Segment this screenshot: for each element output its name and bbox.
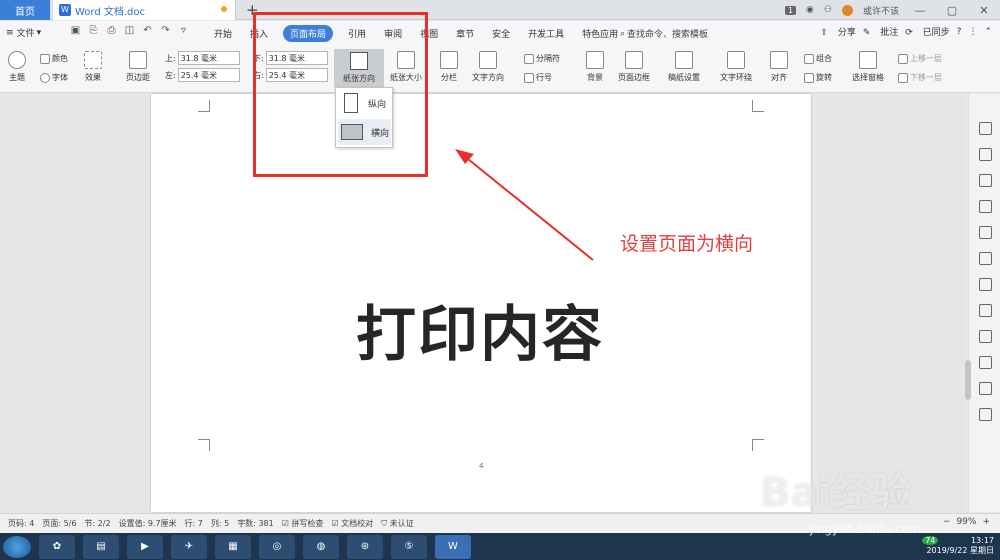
dictionary-icon[interactable] bbox=[979, 200, 992, 213]
status-page-code[interactable]: 页码: 4 bbox=[8, 518, 34, 529]
clock-time: 13:17 bbox=[970, 536, 994, 545]
shapes-icon[interactable] bbox=[979, 174, 992, 187]
image-icon[interactable] bbox=[979, 382, 992, 395]
windows-taskbar: ✿ ▤ ▶ ✈ ▦ ◎ ◍ ⊛ ⑤ W 74 13:17 2019/9/22 星… bbox=[0, 533, 1000, 560]
status-column[interactable]: 列: 5 bbox=[211, 518, 229, 529]
zoom-control: − 99% + bbox=[943, 517, 990, 527]
firefox-icon[interactable]: ◍ bbox=[303, 534, 339, 559]
library-icon[interactable] bbox=[979, 408, 992, 421]
tray-badge: 74 bbox=[922, 536, 939, 545]
wps-writer-icon[interactable]: W bbox=[435, 534, 471, 559]
zoom-out-icon[interactable]: − bbox=[943, 517, 951, 527]
status-section[interactable]: 节: 2/2 bbox=[84, 518, 110, 529]
baidu-watermark-url: jingyan.baidu.com bbox=[810, 522, 921, 536]
baidu-watermark: Bai经验 bbox=[760, 470, 912, 516]
doc-proof-label: 文档校对 bbox=[341, 519, 374, 528]
taskbar-app-icon[interactable]: ✿ bbox=[39, 534, 75, 559]
zoom-in-icon[interactable]: + bbox=[982, 517, 990, 527]
translate-icon[interactable] bbox=[979, 278, 992, 291]
taskbar-app-icon[interactable]: ⑤ bbox=[391, 534, 427, 559]
status-position[interactable]: 设置值: 9.7厘米 bbox=[119, 518, 177, 529]
table-icon[interactable] bbox=[979, 226, 992, 239]
status-page[interactable]: 页面: 5/6 bbox=[42, 518, 76, 529]
annotation-text: 设置页面为横向 bbox=[620, 233, 754, 255]
taskbar-app-icon[interactable]: ▶ bbox=[127, 534, 163, 559]
vertical-scrollbar[interactable] bbox=[965, 360, 971, 400]
taskbar-app-icon[interactable]: ⊛ bbox=[347, 534, 383, 559]
share-icon[interactable] bbox=[979, 304, 992, 317]
spell-check-button[interactable]: ☑ 拼写检查 bbox=[282, 518, 324, 529]
cursor-icon[interactable] bbox=[979, 148, 992, 161]
status-word-count[interactable]: 字数: 381 bbox=[237, 518, 274, 529]
taskbar-app-icon[interactable]: ▦ bbox=[215, 534, 251, 559]
pen-icon[interactable] bbox=[979, 122, 992, 135]
spell-check-label: 拼写检查 bbox=[291, 519, 324, 528]
start-button[interactable] bbox=[3, 535, 31, 558]
archive-icon[interactable] bbox=[979, 356, 992, 369]
settings-icon[interactable] bbox=[979, 252, 992, 265]
zoom-value[interactable]: 99% bbox=[956, 517, 976, 527]
system-tray[interactable]: 74 13:17 2019/9/22 星期日 bbox=[922, 536, 994, 556]
taskbar-app-icon[interactable]: ✈ bbox=[171, 534, 207, 559]
doc-proof-button[interactable]: ☑ 文档校对 bbox=[331, 518, 373, 529]
clock-date: 2019/9/22 星期日 bbox=[926, 546, 994, 555]
right-toolbar bbox=[968, 94, 1000, 512]
status-row[interactable]: 行: 7 bbox=[185, 518, 203, 529]
taskbar-app-icon[interactable]: ▤ bbox=[83, 534, 119, 559]
transfer-icon[interactable] bbox=[979, 330, 992, 343]
certification-label: 未认证 bbox=[389, 519, 414, 528]
certification-status[interactable]: ⛉ 未认证 bbox=[381, 518, 414, 529]
chrome-icon[interactable]: ◎ bbox=[259, 534, 295, 559]
